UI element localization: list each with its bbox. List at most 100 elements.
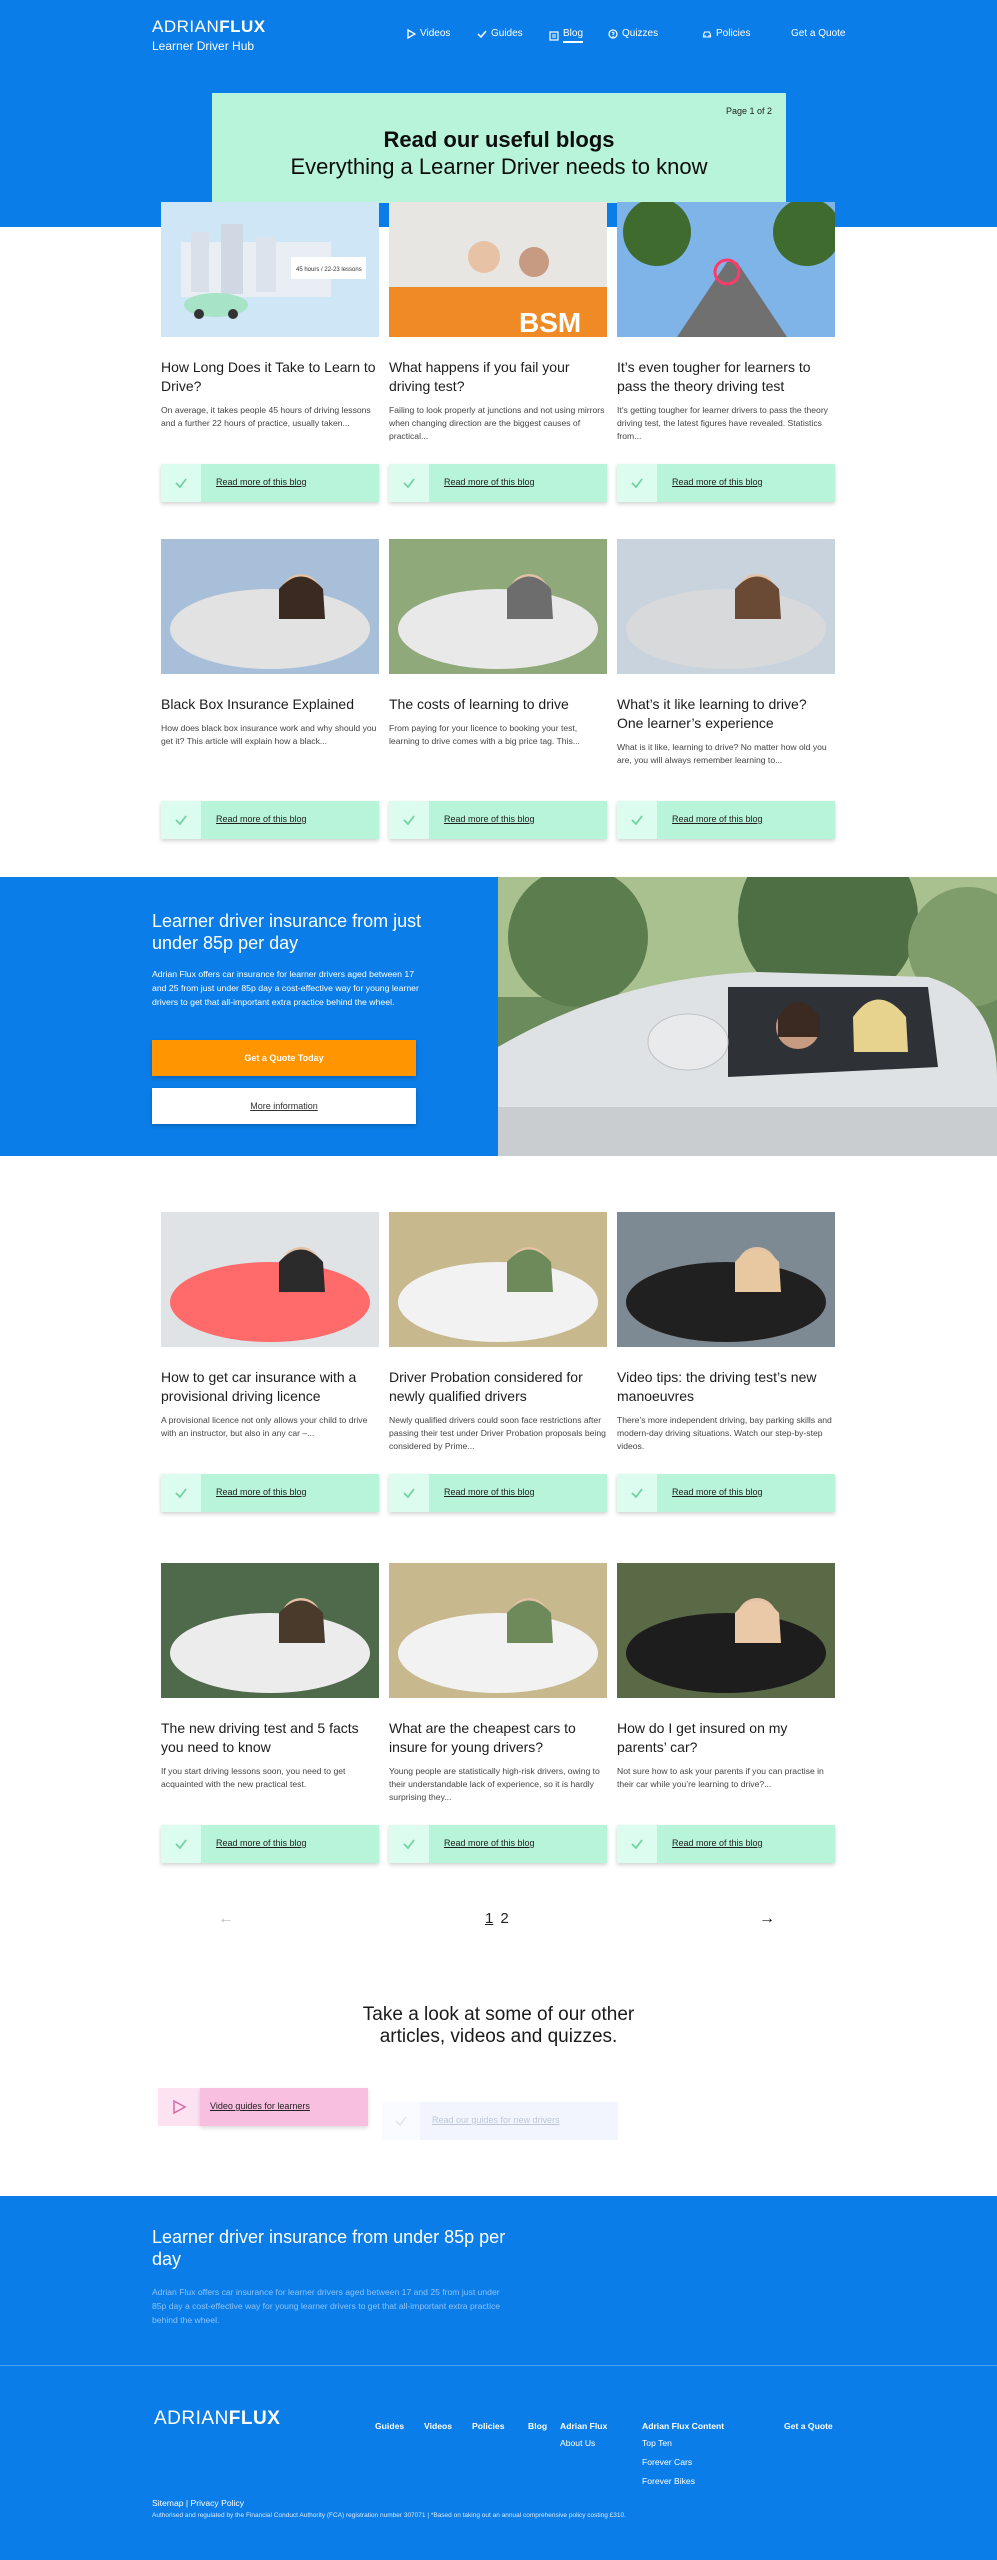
footer-logo[interactable]: ADRIANFLUX xyxy=(154,2408,280,2430)
footer-link-top-ten[interactable]: Top Ten xyxy=(642,2438,672,2448)
get-quote-button[interactable]: Get a Quote Today xyxy=(152,1040,416,1076)
read-more-button[interactable]: Read more of this blog xyxy=(617,801,835,839)
footer-promo-title: Learner driver insurance from under 85p … xyxy=(152,2227,506,2269)
blog-card: What’s it like learning to drive? One le… xyxy=(617,539,835,767)
blog-card-title[interactable]: What’s it like learning to drive? One le… xyxy=(617,695,835,733)
read-more-button[interactable]: Read more of this blog xyxy=(617,1474,835,1512)
sitemap-link[interactable]: Sitemap xyxy=(152,2498,184,2508)
more-information-button[interactable]: More information xyxy=(152,1088,416,1124)
blog-card-title[interactable]: How to get car insurance with a provisio… xyxy=(161,1368,379,1406)
blog-card-excerpt: How does black box insurance work and wh… xyxy=(161,723,377,746)
read-more-button[interactable]: Read more of this blog xyxy=(161,1474,379,1512)
arrow-right-icon[interactable]: → xyxy=(759,1910,775,1928)
blog-card-title[interactable]: Video tips: the driving test’s new manoe… xyxy=(617,1368,835,1406)
blog-card-image[interactable] xyxy=(617,1212,835,1347)
footer-link-guides[interactable]: Guides xyxy=(375,2421,404,2431)
privacy-policy-link[interactable]: Privacy Policy xyxy=(191,2498,244,2508)
read-more-label: Read more of this blog xyxy=(672,814,763,824)
promo-panel: Learner driver insurance from just under… xyxy=(0,877,498,1156)
page-indicator: Page 1 of 2 xyxy=(725,106,772,116)
footer-link-content[interactable]: Adrian Flux Content xyxy=(642,2421,724,2431)
blog-card-title[interactable]: The costs of learning to drive xyxy=(389,695,607,714)
blog-icon xyxy=(549,30,559,41)
blog-card-image[interactable] xyxy=(617,539,835,674)
read-more-label: Read more of this blog xyxy=(672,477,763,487)
footer-get-a-quote[interactable]: Get a Quote xyxy=(784,2421,833,2431)
blog-card-excerpt: A provisional licence not only allows yo… xyxy=(161,1415,368,1438)
nav-videos[interactable]: Videos xyxy=(406,28,450,39)
site-logo[interactable]: ADRIANFLUX Learner Driver Hub xyxy=(152,17,266,53)
other-heading-line2: articles, videos and quizzes. xyxy=(379,2026,618,2047)
page-link-1[interactable]: 1 xyxy=(485,1910,493,1927)
blog-card-image[interactable] xyxy=(389,539,607,674)
check-icon xyxy=(617,1825,657,1863)
read-more-button[interactable]: Read more of this blog xyxy=(617,1825,835,1863)
page-link-2[interactable]: 2 xyxy=(500,1910,508,1927)
check-icon xyxy=(389,464,429,502)
blog-card-image[interactable] xyxy=(389,1563,607,1698)
blog-card-image[interactable]: BSM xyxy=(389,202,607,337)
read-more-button[interactable]: Read more of this blog xyxy=(389,464,607,502)
footer-link-policies[interactable]: Policies xyxy=(472,2421,504,2431)
check-icon xyxy=(389,1474,429,1512)
nav-policies[interactable]: Policies xyxy=(702,28,750,39)
blog-card-image[interactable]: 45 hours / 22-23 lessons xyxy=(161,202,379,337)
read-more-button[interactable]: Read more of this blog xyxy=(161,464,379,502)
svg-text:BSM: BSM xyxy=(519,307,581,337)
blog-card-excerpt: Not sure how to ask your parents if you … xyxy=(617,1766,824,1789)
new-driver-guides-label: Read our guides for new drivers xyxy=(432,2115,560,2125)
blog-card-image[interactable] xyxy=(617,202,835,337)
blog-card-title[interactable]: How do I get insured on my parents’ car? xyxy=(617,1719,835,1757)
blog-card-image[interactable] xyxy=(161,1212,379,1347)
blog-card: How do I get insured on my parents’ car?… xyxy=(617,1563,835,1791)
read-more-label: Read more of this blog xyxy=(444,477,535,487)
blog-card-title[interactable]: The new driving test and 5 facts you nee… xyxy=(161,1719,379,1757)
footer-link-about-us[interactable]: About Us xyxy=(560,2438,595,2448)
svg-text:45 hours / 22-23 lessons: 45 hours / 22-23 lessons xyxy=(296,267,362,273)
footer-logo-light: ADRIAN xyxy=(154,2408,229,2429)
blog-card: What are the cheapest cars to insure for… xyxy=(389,1563,607,1804)
blog-card-image[interactable] xyxy=(161,1563,379,1698)
footer-link-forever-bikes[interactable]: Forever Bikes xyxy=(642,2476,695,2486)
footer-logo-bold: FLUX xyxy=(228,2408,281,2429)
blog-card: The new driving test and 5 facts you nee… xyxy=(161,1563,379,1791)
blog-card-title[interactable]: What are the cheapest cars to insure for… xyxy=(389,1719,607,1757)
read-more-label: Read more of this blog xyxy=(444,814,535,824)
read-more-button[interactable]: Read more of this blog xyxy=(617,464,835,502)
blog-card-excerpt: If you start driving lessons soon, you n… xyxy=(161,1766,346,1789)
check-icon xyxy=(161,1825,201,1863)
logo-text-light: ADRIAN xyxy=(152,17,220,36)
new-driver-guides-link[interactable]: Read our guides for new drivers xyxy=(382,2102,618,2140)
blog-card-title[interactable]: Black Box Insurance Explained xyxy=(161,695,379,714)
footer-link-forever-cars[interactable]: Forever Cars xyxy=(642,2457,692,2467)
page-title: Read our useful blogs xyxy=(383,127,615,152)
blog-card-image[interactable] xyxy=(389,1212,607,1347)
blog-card-excerpt: There’s more independent driving, bay pa… xyxy=(617,1415,832,1451)
footer-link-videos[interactable]: Videos xyxy=(424,2421,452,2431)
footer-link-adrian-flux[interactable]: Adrian Flux xyxy=(560,2421,607,2431)
video-guides-link[interactable]: Video guides for learners xyxy=(158,2088,368,2126)
check-icon xyxy=(389,1825,429,1863)
fca-disclaimer: Authorised and regulated by the Financia… xyxy=(152,2512,626,2519)
site-footer: ADRIANFLUX Guides Videos Policies Blog A… xyxy=(0,2365,997,2560)
arrow-left-icon[interactable]: ← xyxy=(218,1910,234,1928)
footer-link-blog[interactable]: Blog xyxy=(528,2421,547,2431)
nav-videos-label: Videos xyxy=(420,28,451,39)
read-more-button[interactable]: Read more of this blog xyxy=(389,1474,607,1512)
blog-card-title[interactable]: How Long Does it Take to Learn to Drive? xyxy=(161,358,379,396)
blog-card-image[interactable] xyxy=(617,1563,835,1698)
nav-get-a-quote[interactable]: Get a Quote xyxy=(791,28,845,39)
blog-card-title[interactable]: It’s even tougher for learners to pass t… xyxy=(617,358,835,396)
read-more-button[interactable]: Read more of this blog xyxy=(161,801,379,839)
nav-quizzes[interactable]: Quizzes xyxy=(608,28,658,39)
blog-card-image[interactable] xyxy=(161,539,379,674)
blog-card: Black Box Insurance Explained How does bl… xyxy=(161,539,379,748)
nav-guides[interactable]: Guides xyxy=(477,28,523,39)
nav-blog[interactable]: Blog xyxy=(549,28,584,43)
read-more-button[interactable]: Read more of this blog xyxy=(389,1825,607,1863)
blog-card-title[interactable]: Driver Probation considered for newly qu… xyxy=(389,1368,607,1406)
read-more-button[interactable]: Read more of this blog xyxy=(389,801,607,839)
read-more-label: Read more of this blog xyxy=(444,1838,535,1848)
blog-card-title[interactable]: What happens if you fail your driving te… xyxy=(389,358,607,396)
read-more-button[interactable]: Read more of this blog xyxy=(161,1825,379,1863)
